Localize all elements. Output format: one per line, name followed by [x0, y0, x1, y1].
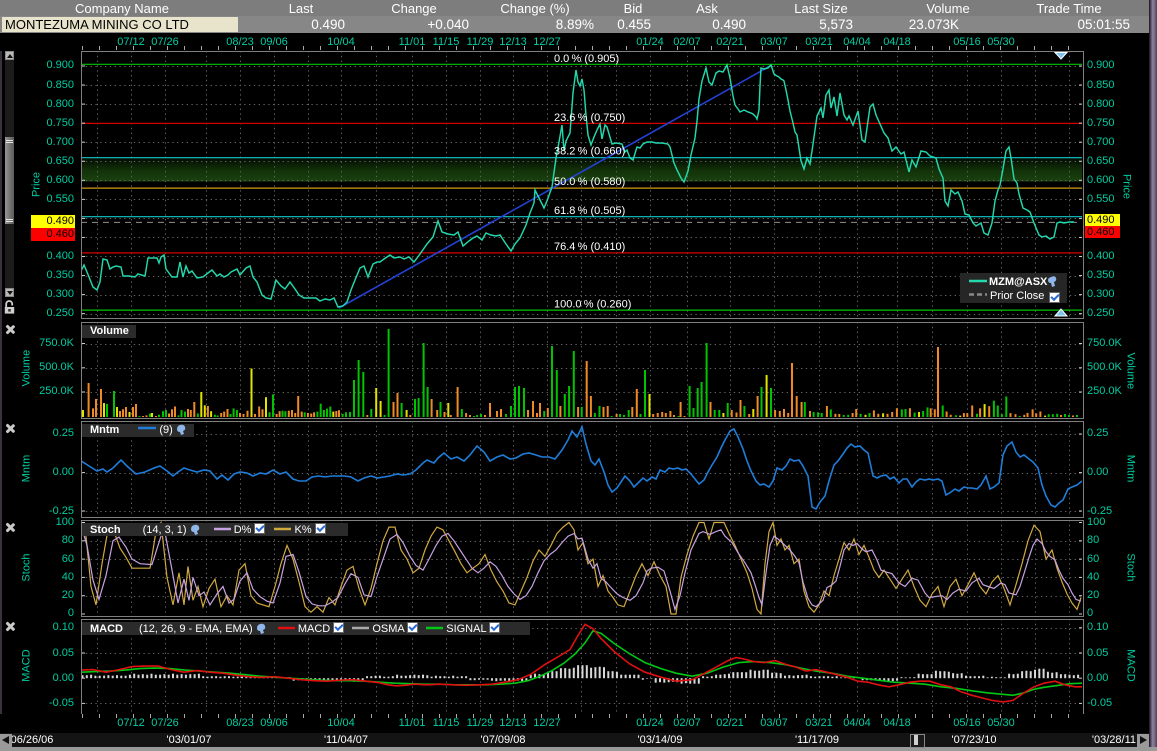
svg-text:61.8 % (0.505): 61.8 % (0.505) [554, 205, 625, 217]
svg-text:76.4 % (0.410): 76.4 % (0.410) [554, 241, 625, 253]
svg-text:50.0 % (0.580): 50.0 % (0.580) [554, 176, 625, 188]
svg-text:0.0 % (0.905): 0.0 % (0.905) [554, 53, 619, 65]
svg-text:23.6 % (0.750): 23.6 % (0.750) [554, 112, 625, 124]
svg-text:100.0 % (0.260): 100.0 % (0.260) [554, 299, 631, 311]
svg-text:38.2 % (0.660): 38.2 % (0.660) [554, 146, 625, 158]
